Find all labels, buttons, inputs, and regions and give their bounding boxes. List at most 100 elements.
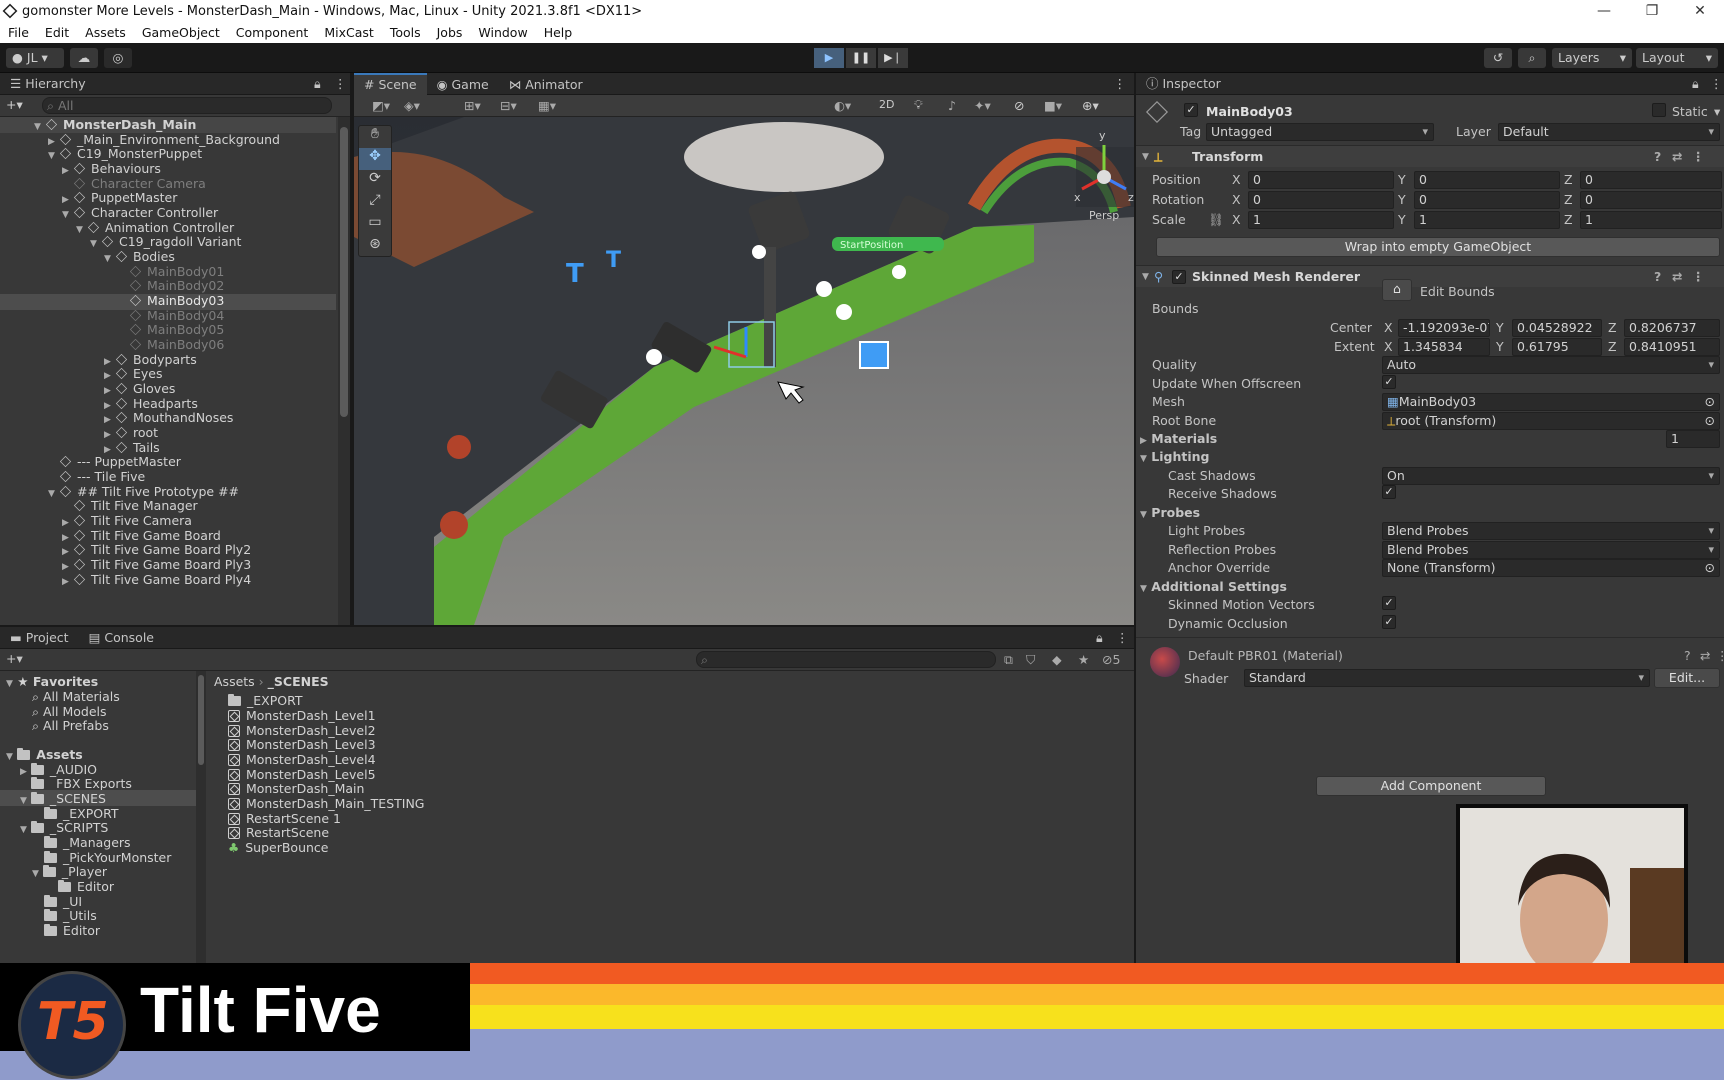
scale-x-field[interactable]: 1 xyxy=(1248,211,1394,229)
scale-z-field[interactable]: 1 xyxy=(1580,211,1722,229)
additional-settings-foldout[interactable]: ▼ Additional Settings xyxy=(1140,579,1287,594)
list-item[interactable]: ▶ Tilt Five Game Board Ply2 xyxy=(62,542,251,558)
filter-type-icon[interactable]: ⧉ xyxy=(1004,652,1013,668)
help-icon[interactable]: ? xyxy=(1684,648,1691,663)
object-picker-icon[interactable]: ⊙ xyxy=(1705,394,1715,410)
shader-edit-button[interactable]: Edit... xyxy=(1654,668,1720,688)
hand-tool-icon[interactable]: ✋︎ xyxy=(359,126,391,148)
favorites-foldout[interactable]: ▼ ★ Favorites xyxy=(6,674,98,690)
list-item[interactable]: ▶ Eyes xyxy=(104,366,163,382)
file-item[interactable]: _EXPORT xyxy=(228,693,303,709)
collab-button[interactable]: ◎ xyxy=(104,48,132,68)
layers-dropdown[interactable]: Layers ▾ xyxy=(1552,48,1632,68)
step-button[interactable]: ▶❘ xyxy=(878,48,908,68)
favorite-all-prefabs[interactable]: ⌕ All Prefabs xyxy=(32,718,109,734)
root-bone-field[interactable]: ⟂root (Transform) ⊙ xyxy=(1382,412,1720,430)
tab-console[interactable]: ▤ Console xyxy=(79,627,164,649)
scale-tool-icon[interactable]: ⤢ xyxy=(359,192,391,214)
more-menu-icon[interactable]: ⋮ xyxy=(1692,146,1705,168)
folder-item[interactable]: Editor xyxy=(58,879,114,895)
list-item[interactable]: ▼ C19_ragdoll Variant xyxy=(90,234,241,250)
object-picker-icon[interactable]: ⊙ xyxy=(1705,413,1715,429)
create-asset-button[interactable]: +▾ xyxy=(6,651,23,666)
audio-toggle-icon[interactable]: ♪ xyxy=(948,98,956,113)
position-x-field[interactable]: 0 xyxy=(1248,171,1394,189)
file-item[interactable]: ♣ SuperBounce xyxy=(228,840,328,856)
preset-icon[interactable]: ⇄ xyxy=(1672,266,1682,288)
light-probes-dropdown[interactable]: Blend Probes xyxy=(1382,522,1720,540)
scrollbar-thumb[interactable] xyxy=(198,675,204,765)
list-item[interactable]: ▼ C19_MonsterPuppet xyxy=(48,146,202,162)
scene-viewport[interactable]: T T StartPosition y x z Persp xyxy=(354,117,1134,625)
component-enabled-checkbox[interactable]: ✓ xyxy=(1172,270,1186,284)
grid-snap-dropdown[interactable]: ⊞▾ xyxy=(464,98,481,113)
menu-jobs[interactable]: Jobs xyxy=(429,23,471,40)
account-dropdown[interactable]: ● JL ▾ xyxy=(6,48,64,68)
list-item[interactable]: ▶ MouthandNoses xyxy=(104,410,233,426)
menu-help[interactable]: Help xyxy=(536,23,581,40)
search-button[interactable]: ⌕ xyxy=(1518,48,1546,68)
file-item[interactable]: RestartScene xyxy=(228,825,329,841)
skinned-motion-vectors-checkbox[interactable]: ✓ xyxy=(1382,596,1396,610)
tab-game[interactable]: ◉ Game xyxy=(427,74,499,96)
hidden-objects-icon[interactable]: ⊘ xyxy=(1014,98,1024,113)
dynamic-occlusion-checkbox[interactable]: ✓ xyxy=(1382,615,1396,629)
more-menu-icon[interactable]: ⋮ xyxy=(1692,266,1705,288)
folder-item[interactable]: Editor xyxy=(44,923,100,939)
static-checkbox[interactable] xyxy=(1652,103,1666,117)
scrollbar-thumb[interactable] xyxy=(340,127,348,417)
object-name-field[interactable]: MainBody03 xyxy=(1206,104,1293,119)
draw-mode-dropdown[interactable]: ◩▾ xyxy=(372,98,390,113)
menu-mixcast[interactable]: MixCast xyxy=(316,23,381,40)
camera-dropdown[interactable]: ■▾ xyxy=(1044,98,1062,113)
materials-foldout[interactable]: ▶ Materials xyxy=(1140,431,1217,446)
update-offscreen-checkbox[interactable]: ✓ xyxy=(1382,375,1396,389)
lighting-foldout[interactable]: ▼ Lighting xyxy=(1140,449,1209,464)
folder-item[interactable]: ▼ _Player xyxy=(32,864,107,880)
rotation-z-field[interactable]: 0 xyxy=(1580,191,1722,209)
help-icon[interactable]: ? xyxy=(1654,266,1661,288)
play-button[interactable]: ▶ xyxy=(814,48,844,68)
shading-dropdown[interactable]: ◈▾ xyxy=(404,98,420,113)
preset-icon[interactable]: ⇄ xyxy=(1700,648,1710,663)
hidden-packages-icon[interactable]: ⊘5 xyxy=(1102,652,1120,667)
tab-scene[interactable]: # Scene xyxy=(354,73,427,95)
menu-component[interactable]: Component xyxy=(228,23,317,40)
undo-history-button[interactable]: ↺ xyxy=(1484,48,1512,68)
quality-dropdown[interactable]: Auto xyxy=(1382,356,1720,374)
file-item[interactable]: MonsterDash_Level3 xyxy=(228,737,376,753)
center-y-field[interactable]: 0.04528922 xyxy=(1512,319,1602,337)
folder-item[interactable]: _Utils xyxy=(44,908,97,924)
folder-item-selected[interactable]: ▼ _SCENES xyxy=(20,791,106,807)
more-menu-icon[interactable]: ⋮ xyxy=(334,73,347,95)
tab-hierarchy[interactable]: ☰ Hierarchy xyxy=(0,73,96,95)
more-menu-icon[interactable]: ⋮ xyxy=(1716,648,1724,663)
maximize-button[interactable]: ❐ xyxy=(1630,0,1674,23)
tab-project[interactable]: ▬ Project xyxy=(0,627,79,649)
snap-increment-dropdown[interactable]: ⊟▾ xyxy=(500,98,517,113)
minimize-button[interactable]: — xyxy=(1582,0,1626,23)
breadcrumb-scenes[interactable]: _SCENES xyxy=(268,674,329,689)
wrap-into-empty-button[interactable]: Wrap into empty GameObject xyxy=(1156,237,1720,257)
list-item[interactable]: Tilt Five Manager xyxy=(62,498,198,514)
edit-bounds-button[interactable]: ⌂ xyxy=(1382,279,1412,301)
hierarchy-search-input[interactable]: ⌕ All xyxy=(42,97,332,114)
preset-icon[interactable]: ⇄ xyxy=(1672,146,1682,168)
file-item[interactable]: MonsterDash_Level4 xyxy=(228,752,376,768)
shading-mode-icon[interactable]: ◐▾ xyxy=(834,98,851,113)
link-icon[interactable]: ⛓︎ xyxy=(1208,212,1224,228)
hierarchy-scrollbar[interactable] xyxy=(338,117,350,625)
file-item[interactable]: MonsterDash_Main xyxy=(228,781,364,797)
layout-dropdown[interactable]: Layout ▾ xyxy=(1636,48,1718,68)
gizmos-dropdown[interactable]: ⊕▾ xyxy=(1082,98,1099,113)
anchor-override-field[interactable]: None (Transform) ⊙ xyxy=(1382,559,1720,577)
tab-animator[interactable]: ⋈ Animator xyxy=(499,74,593,96)
cloud-button[interactable]: ☁ xyxy=(70,48,98,68)
menu-edit[interactable]: Edit xyxy=(37,23,77,40)
receive-shadows-checkbox[interactable]: ✓ xyxy=(1382,485,1396,499)
breadcrumb-assets[interactable]: Assets xyxy=(214,674,255,689)
reflection-probes-dropdown[interactable]: Blend Probes xyxy=(1382,541,1720,559)
tag-dropdown[interactable]: Untagged xyxy=(1206,123,1434,141)
shader-dropdown[interactable]: Standard xyxy=(1244,669,1650,687)
pause-button[interactable]: ❚❚ xyxy=(846,48,876,68)
